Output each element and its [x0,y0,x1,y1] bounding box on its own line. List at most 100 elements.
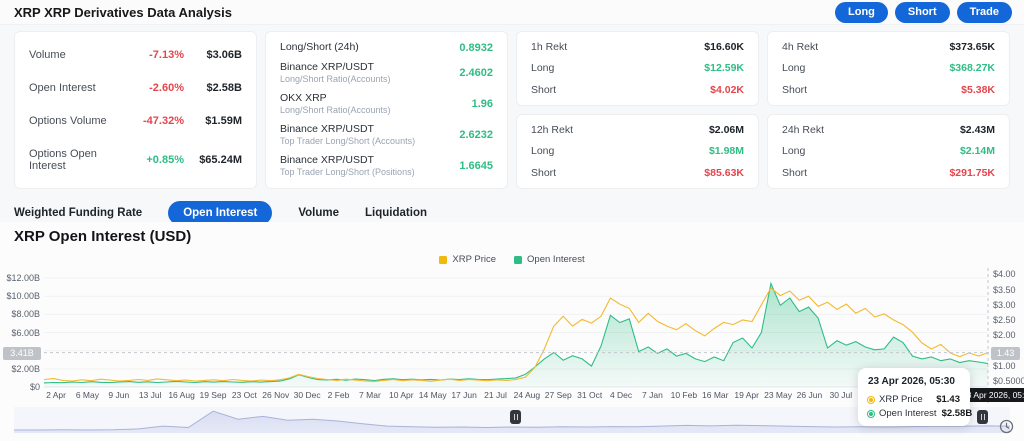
header-actions: Long Short Trade [835,1,1012,23]
rekt-long-label: Long [782,145,806,158]
x-axis-tick: 10 Feb [670,390,698,400]
rekt-period-label: 4h Rekt [782,40,819,53]
left-axis-tick: $2.00B [11,363,40,374]
rekt-short-value: $4.02K [710,84,744,97]
rekt-total-value: $16.60K [704,40,744,53]
refresh-clock-icon[interactable] [999,419,1014,434]
rekt-total-value: $2.06M [708,123,744,136]
x-axis-tick: 21 Jul [484,390,507,400]
rekt-period-label: 12h Rekt [531,123,574,136]
rekt-card-24h: 24h Rekt $2.43M Long $2.14M Short $291.75K [767,114,1010,189]
tooltip-series-value: $1.43 [936,394,960,405]
rekt-card-1h: 1h Rekt $16.60K Long $12.59K Short $4.02K [516,31,759,106]
x-axis-tick: 27 Sep [544,390,572,400]
header-button-trade[interactable]: Trade [956,1,1012,23]
tooltip-row: Open Interest $2.58B [868,408,972,419]
right-axis-tick: $0.5000 [993,376,1024,386]
x-axis-tick: 7 Jan [642,390,663,400]
rekt-long-value: $1.98M [708,145,744,158]
right-axis-tick: $2.00 [993,330,1016,341]
chart-section: XRP Open Interest (USD) XRP Price Open In… [0,222,1024,441]
right-axis-tick: $4.00 [993,269,1016,280]
left-axis-tick: $12.00B [6,273,40,284]
rekt-short-value: $85.63K [704,167,744,180]
long-short-ratios-card: Long/Short (24h) 0.8932 Binance XRP/USDT Lo… [265,31,508,189]
stats-cards-row: Volume -7.13% $3.06B Open Interest -2.60% $2.… [0,25,1024,191]
x-axis-tick: 2 Feb [327,390,350,400]
ratio-row: Long/Short (24h) 0.8932 [280,41,493,54]
ratio-row: Binance XRP/USDT Top Trader Long/Short (A… [280,123,493,147]
stat-value: $1.59M [205,114,242,127]
x-axis-tick: 14 May [418,390,447,400]
market-stat-row: Open Interest -2.60% $2.58B [29,82,242,94]
stat-value: $65.24M [199,153,242,166]
rekt-short-label: Short [782,167,808,180]
tooltip-series-dot [868,396,874,403]
rekt-column-1: 1h Rekt $16.60K Long $12.59K Short $4.02K 12h … [516,31,759,191]
right-axis-cursor-badge: 1.43 [991,346,1020,360]
tab-weighted-funding-rate[interactable]: Weighted Funding Rate [14,207,142,219]
ratio-row: OKX XRP Long/Short Ratio(Accounts) 1.96 [280,92,493,116]
ratio-value: 2.4602 [459,67,493,80]
header-button-short[interactable]: Short [894,1,950,23]
rekt-period-label: 24h Rekt [782,123,825,136]
stat-label: Volume [29,48,66,61]
left-axis-tick: $6.00B [11,327,40,338]
right-axis-tick: $3.00 [993,299,1016,310]
market-stat-row: Options Volume -47.32% $1.59M [29,115,242,127]
tooltip-series-dot [868,410,874,417]
stat-change-pct: +0.85% [146,153,184,166]
tooltip-series-name: XRP Price [879,394,923,405]
x-axis-tick: 10 Apr [389,390,414,400]
x-axis-tick: 31 Oct [577,390,603,400]
rekt-total-value: $373.65K [949,40,995,53]
x-axis-tick: 23 Oct [231,390,257,400]
tooltip-series-value: $2.58B [941,408,973,419]
right-axis-tick: $1.00 [993,360,1016,371]
rekt-long-value: $2.14M [959,145,995,158]
tooltip-rows: XRP Price $1.43 Open Interest $2.58B [868,394,972,419]
x-axis-tick: 9 Jun [108,390,130,400]
tab-volume[interactable]: Volume [298,207,339,219]
x-axis-tick: 13 Jul [138,390,162,400]
navigator-right-handle[interactable] [977,410,988,424]
navigator-left-handle[interactable] [510,410,521,424]
left-axis-tick: $0 [29,382,40,392]
rekt-long-label: Long [531,145,555,158]
rekt-short-label: Short [531,167,557,180]
ratio-sublabel: Long/Short Ratio(Accounts) [280,74,391,85]
tab-liquidation[interactable]: Liquidation [365,207,427,219]
x-axis-tick: 23 May [764,390,792,400]
rekt-short-label: Short [531,84,557,97]
ratio-label: Binance XRP/USDT [280,61,374,74]
rekt-period-label: 1h Rekt [531,40,568,53]
left-axis-tick: $8.00B [11,309,40,320]
rekt-short-label: Short [782,84,808,97]
header-button-long[interactable]: Long [835,1,888,23]
tooltip-row: XRP Price $1.43 [868,394,960,405]
x-axis-tick: 16 Aug [168,390,195,400]
right-axis-tick: $2.50 [993,315,1016,325]
rekt-card-12h: 12h Rekt $2.06M Long $1.98M Short $85.63K [516,114,759,189]
ratio-label: Long/Short (24h) [280,41,359,54]
x-axis-tick: 19 Sep [199,390,227,400]
stat-change-pct: -47.32% [143,114,184,127]
rekt-card-4h: 4h Rekt $373.65K Long $368.27K Short $5.38K [767,31,1010,106]
x-axis-tick: 17 Jun [451,390,477,400]
rekt-long-value: $12.59K [704,62,744,75]
ratio-value: 1.96 [471,98,493,111]
stat-label: Options Open Interest [29,147,97,172]
left-axis-tick: $10.00B [6,291,40,302]
x-axis-tick: 30 Jul [829,390,853,400]
rekt-total-value: $2.43M [959,123,995,136]
x-axis-tick: 2 Apr [46,390,66,400]
stat-value: $3.06B [206,48,242,61]
x-axis-tick: 7 Mar [359,390,381,400]
ratio-sublabel: Long/Short Ratio(Accounts) [280,105,391,116]
ratio-row: Binance XRP/USDT Long/Short Ratio(Account… [280,61,493,85]
x-axis-tick: 30 Dec [293,390,321,400]
page-header: XRP XRP Derivatives Data Analysis Long Sh… [0,0,1024,25]
tooltip-series-name: Open Interest [879,408,937,419]
market-stat-row: Volume -7.13% $3.06B [29,49,242,61]
x-axis-tick: 4 Dec [609,390,633,400]
